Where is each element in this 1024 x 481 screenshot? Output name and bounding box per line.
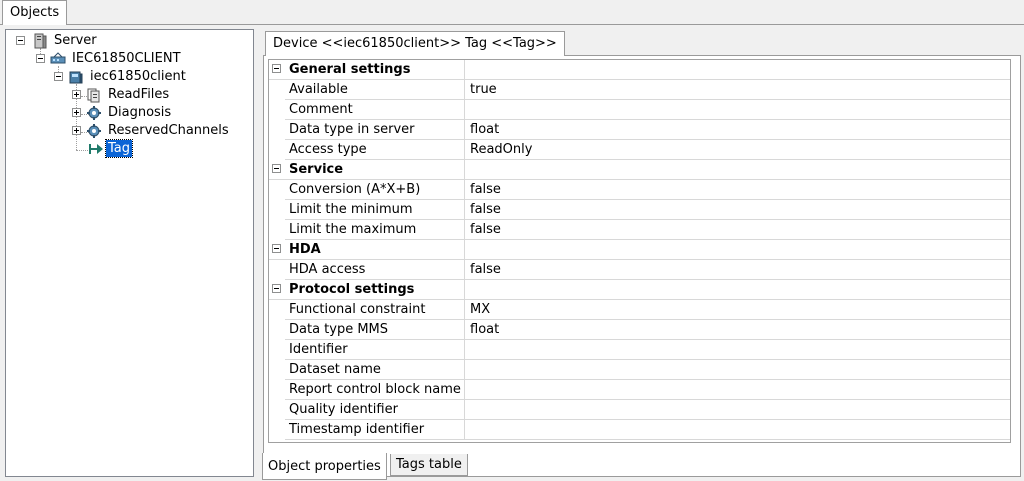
property-name: Conversion (A*X+B) <box>285 180 465 200</box>
property-row-comment[interactable]: Comment <box>269 100 1010 120</box>
collapse-toggle[interactable] <box>272 164 281 173</box>
property-row-hda-access[interactable]: HDA access false <box>269 260 1010 280</box>
property-row-conversion[interactable]: Conversion (A*X+B) false <box>269 180 1010 200</box>
tree-node-server[interactable]: Server <box>6 32 253 50</box>
bottom-tab-strip: Object properties Tags table <box>260 453 1024 480</box>
tree-node-label: IEC61850CLIENT <box>72 51 181 66</box>
files-icon <box>87 88 100 103</box>
network-device-icon <box>50 52 66 64</box>
tab-device-tag[interactable]: Device <<iec61850client>> Tag <<Tag>> <box>265 31 565 56</box>
property-value[interactable]: true <box>466 80 1010 100</box>
property-name: Limit the maximum <box>285 220 465 240</box>
property-value[interactable] <box>466 420 1010 440</box>
property-name: Functional constraint <box>285 300 465 320</box>
category-value <box>466 60 1010 80</box>
property-row-quality-identifier[interactable]: Quality identifier <box>269 400 1010 420</box>
property-name: Access type <box>285 140 465 160</box>
property-value[interactable]: MX <box>466 300 1010 320</box>
property-row-identifier[interactable]: Identifier <box>269 340 1010 360</box>
property-name: Timestamp identifier <box>285 420 465 440</box>
top-tab-strip: Objects <box>0 0 1024 25</box>
property-row-limit-minimum[interactable]: Limit the minimum false <box>269 200 1010 220</box>
device-icon <box>69 71 83 84</box>
property-name: Dataset name <box>285 360 465 380</box>
property-row-timestamp-identifier[interactable]: Timestamp identifier <box>269 420 1010 440</box>
property-name: Report control block name <box>285 380 465 400</box>
collapse-toggle[interactable] <box>36 54 45 63</box>
gear-icon <box>87 124 101 138</box>
tree-node-iec61850client-group[interactable]: IEC61850CLIENT <box>6 50 253 68</box>
property-name: Comment <box>285 100 465 120</box>
property-value[interactable] <box>466 340 1010 360</box>
category-title: Protocol settings <box>285 280 465 300</box>
tree-node-label: iec61850client <box>90 69 186 84</box>
tree-node-diagnosis[interactable]: Diagnosis <box>6 104 253 122</box>
category-value <box>466 240 1010 260</box>
category-protocol-settings[interactable]: Protocol settings <box>269 280 1010 300</box>
object-tree[interactable]: Server IEC61850CLIENT iec61850client Rea… <box>5 29 254 477</box>
category-hda[interactable]: HDA <box>269 240 1010 260</box>
collapse-toggle[interactable] <box>16 36 25 45</box>
document-area: Device <<iec61850client>> Tag <<Tag>> Ge… <box>260 28 1024 480</box>
property-name: Identifier <box>285 340 465 360</box>
tree-node-readfiles[interactable]: ReadFiles <box>6 86 253 104</box>
expand-toggle[interactable] <box>72 126 81 135</box>
expand-toggle[interactable] <box>72 108 81 117</box>
property-name: Available <box>285 80 465 100</box>
collapse-toggle[interactable] <box>272 284 281 293</box>
property-value[interactable] <box>466 100 1010 120</box>
collapse-toggle[interactable] <box>272 244 281 253</box>
tree-node-label-selected: Tag <box>104 139 134 158</box>
server-icon <box>34 33 47 49</box>
property-name: Limit the minimum <box>285 200 465 220</box>
property-value[interactable]: float <box>466 320 1010 340</box>
property-row-data-type-mms[interactable]: Data type MMS float <box>269 320 1010 340</box>
category-title: Service <box>285 160 465 180</box>
property-row-dataset-name[interactable]: Dataset name <box>269 360 1010 380</box>
property-value[interactable]: float <box>466 120 1010 140</box>
property-value[interactable]: false <box>466 260 1010 280</box>
gear-icon <box>87 106 101 120</box>
tab-strip-divider <box>0 24 1024 25</box>
property-name: Quality identifier <box>285 400 465 420</box>
property-value[interactable]: ReadOnly <box>466 140 1010 160</box>
tab-objects[interactable]: Objects <box>2 0 68 25</box>
property-value[interactable] <box>466 380 1010 400</box>
property-value[interactable]: false <box>466 200 1010 220</box>
category-title: HDA <box>285 240 465 260</box>
property-row-limit-maximum[interactable]: Limit the maximum false <box>269 220 1010 240</box>
property-row-functional-constraint[interactable]: Functional constraint MX <box>269 300 1010 320</box>
property-row-data-type-server[interactable]: Data type in server float <box>269 120 1010 140</box>
category-value <box>466 280 1010 300</box>
property-value[interactable] <box>466 400 1010 420</box>
property-row-report-control-block-name[interactable]: Report control block name <box>269 380 1010 400</box>
expand-toggle[interactable] <box>72 90 81 99</box>
property-value[interactable]: false <box>466 220 1010 240</box>
tree-node-label: Diagnosis <box>108 105 172 120</box>
tree-node-reserved-channels[interactable]: ReservedChannels <box>6 122 253 140</box>
property-grid[interactable]: General settings Available true Comment … <box>268 59 1011 443</box>
tree-node-iec61850client[interactable]: iec61850client <box>6 68 253 86</box>
collapse-toggle[interactable] <box>272 64 281 73</box>
tab-tags-table[interactable]: Tags table <box>390 454 468 476</box>
category-service[interactable]: Service <box>269 160 1010 180</box>
category-general-settings[interactable]: General settings <box>269 60 1010 80</box>
property-row-available[interactable]: Available true <box>269 80 1010 100</box>
property-name: Data type in server <box>285 120 465 140</box>
collapse-toggle[interactable] <box>54 72 63 81</box>
property-name: Data type MMS <box>285 320 465 340</box>
property-value[interactable] <box>466 360 1010 380</box>
tree-node-label: ReadFiles <box>108 87 170 102</box>
tab-object-properties[interactable]: Object properties <box>262 453 387 480</box>
tree-node-label: ReservedChannels <box>108 123 229 138</box>
property-name: HDA access <box>285 260 465 280</box>
property-value[interactable]: false <box>466 180 1010 200</box>
arrow-right-icon <box>89 144 103 154</box>
category-value <box>466 160 1010 180</box>
property-row-access-type[interactable]: Access type ReadOnly <box>269 140 1010 160</box>
tree-node-tag[interactable]: Tag <box>6 139 253 158</box>
category-title: General settings <box>285 60 465 80</box>
tree-node-label: Server <box>54 33 97 48</box>
